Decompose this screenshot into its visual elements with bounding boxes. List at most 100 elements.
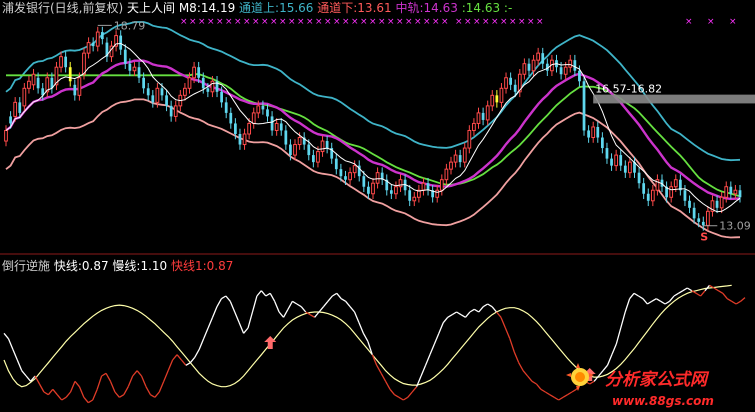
candle-body: [462, 147, 467, 163]
marker-x-icon: ×: [243, 17, 251, 27]
candle-body: [568, 59, 573, 68]
candle-body: [91, 42, 95, 47]
candle-body: [499, 87, 504, 103]
candle-body: [233, 123, 237, 134]
candle-body: [73, 84, 77, 96]
candle-body: [132, 66, 137, 72]
candle-body: [279, 123, 283, 131]
candle-body: [600, 137, 604, 149]
main-legend-item: :-: [500, 1, 512, 15]
candle-body: [637, 172, 641, 184]
candle-body: [669, 186, 674, 198]
marker-x-icon: ×: [455, 17, 463, 27]
candle-body: [485, 105, 490, 121]
marker-x-icon: ×: [405, 17, 413, 27]
candle-body: [467, 129, 472, 149]
marker-x-icon: ×: [279, 17, 287, 27]
marker-x-icon: ×: [729, 17, 737, 27]
candle-body: [210, 80, 215, 93]
candle-body: [513, 84, 517, 92]
candle-body: [238, 134, 242, 145]
candle-body: [458, 155, 462, 163]
marker-x-icon: ×: [441, 17, 449, 27]
sub-legend: 倒行逆施 快线:0.87 慢线:1.10 快线1:0.87: [2, 258, 233, 273]
sub-legend-item: 倒行逆施: [2, 258, 50, 273]
candle-body: [59, 56, 63, 68]
candle-body: [187, 77, 192, 89]
candle-body: [541, 53, 545, 64]
main-legend-item: M8:14.19: [175, 1, 235, 15]
candle-body: [229, 112, 233, 124]
range-label: 16.57-16.82: [595, 83, 662, 96]
candle-body: [31, 73, 36, 86]
candle-body: [692, 207, 696, 219]
marker-x-icon: ×: [216, 17, 224, 27]
range-band: [593, 94, 755, 104]
main-legend-item: 通道上:15.66: [235, 1, 313, 15]
marker-x-icon: ×: [261, 17, 269, 27]
candle-body: [224, 102, 228, 113]
candle-body: [605, 148, 609, 159]
candle-body: [642, 183, 646, 194]
candle-body: [490, 94, 495, 107]
low-label: 13.09: [719, 220, 751, 233]
candle-body: [4, 129, 8, 142]
candle-body: [247, 122, 252, 135]
chart-background: [0, 0, 755, 412]
marker-x-icon: ×: [518, 17, 526, 27]
candle-body: [375, 172, 380, 184]
candle-body: [509, 77, 513, 85]
candle-body: [155, 87, 160, 103]
candle-body: [307, 144, 311, 156]
main-legend-item: 通道下:13.61: [313, 1, 391, 15]
candle-body: [398, 179, 403, 188]
candle-body: [582, 81, 586, 131]
candle-body: [297, 137, 302, 146]
candle-body: [587, 130, 590, 138]
chart-canvas: 浦发银行(日线,前复权) 天上人间 M8:14.19 通道上:15.66 通道下…: [0, 0, 755, 412]
candle-body: [628, 161, 632, 174]
candle-body: [339, 169, 343, 177]
candle-body: [160, 88, 164, 96]
candle-body: [274, 122, 279, 131]
marker-x-icon: ×: [180, 17, 188, 27]
marker-x-icon: ×: [491, 17, 499, 27]
candle-body: [137, 67, 141, 78]
candle-body: [146, 88, 150, 96]
main-legend-item: 天上人间: [123, 1, 175, 15]
marker-x-icon: ×: [464, 17, 472, 27]
candle-body: [284, 130, 288, 145]
candle-body: [559, 67, 563, 75]
marker-x-icon: ×: [387, 17, 395, 27]
candle-body: [650, 189, 655, 202]
candle-body: [344, 176, 347, 180]
watermark-title: 分析家公式网: [605, 370, 710, 390]
marker-x-icon: ×: [189, 17, 197, 27]
candle-body: [86, 42, 91, 54]
candle-body: [688, 200, 691, 208]
candle-body: [435, 189, 440, 198]
sub-legend-item: 快线:0.87: [50, 259, 109, 273]
watermark-url: www.88gs.com: [612, 394, 714, 408]
candle-body: [348, 172, 352, 181]
candle-body: [289, 144, 292, 156]
candle-body: [256, 105, 261, 114]
candle-body: [495, 95, 499, 103]
candle-body: [614, 154, 619, 167]
candle-body: [334, 158, 338, 170]
candle-body: [119, 35, 123, 50]
marker-x-icon: ×: [369, 17, 377, 27]
candle-body: [683, 190, 687, 201]
candle-body: [311, 155, 315, 163]
candle-body: [738, 190, 742, 198]
candle-body: [266, 109, 269, 117]
candle-body: [481, 112, 485, 120]
main-legend-item: :14.63: [458, 1, 500, 15]
marker-x-icon: ×: [536, 17, 544, 27]
candle-body: [270, 116, 274, 131]
candle-body: [293, 144, 297, 156]
candle-body: [371, 182, 375, 195]
candle-body: [68, 67, 72, 82]
marker-x-icon: ×: [396, 17, 404, 27]
candle-body: [192, 66, 196, 79]
